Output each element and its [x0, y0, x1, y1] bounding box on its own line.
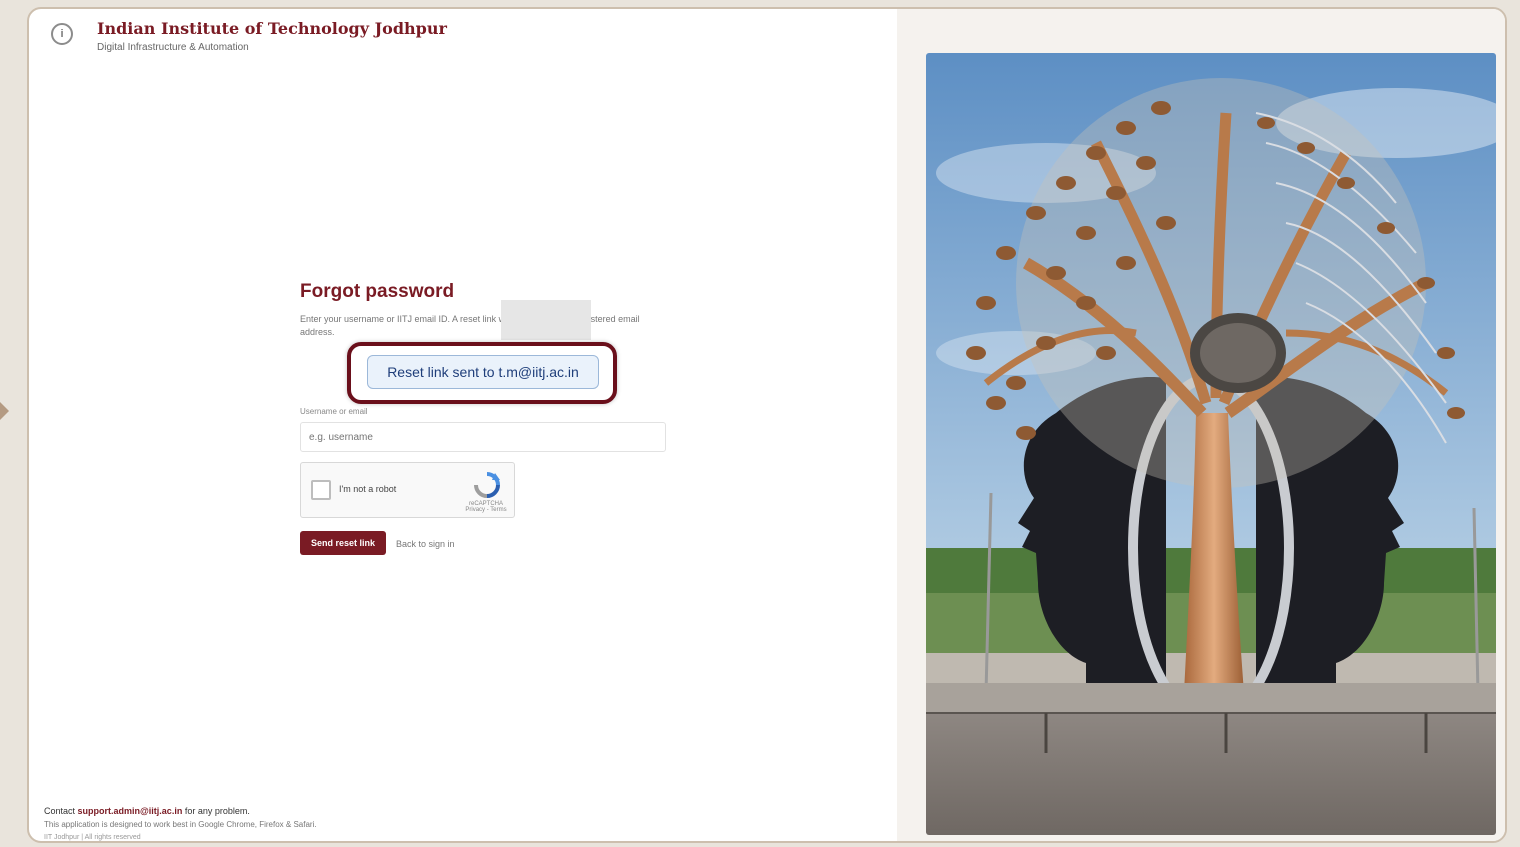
page-title: Forgot password — [300, 281, 455, 302]
recaptcha-widget: I'm not a robot reCAPTCHA Privacy - Term… — [300, 462, 515, 518]
login-window: i Indian Institute of Technology Jodhpur… — [27, 7, 1507, 843]
username-input[interactable] — [300, 422, 666, 452]
recaptcha-checkbox[interactable] — [311, 480, 331, 500]
recaptcha-label: I'm not a robot — [339, 484, 397, 494]
back-to-sign-in-link[interactable]: Back to sign in — [396, 539, 455, 549]
recaptcha-terms-link[interactable]: Privacy - Terms — [465, 507, 506, 513]
redaction-block — [501, 300, 591, 340]
form-description: Enter your username or IITJ email ID. A … — [300, 314, 640, 337]
support-email-link[interactable]: support.admin@iitj.ac.in — [78, 806, 183, 816]
institute-logo-icon: i — [51, 23, 73, 45]
footer-contact-suffix: for any problem. — [182, 806, 250, 816]
side-arrow-icon — [0, 402, 9, 420]
footer-contact-prefix: Contact — [44, 806, 78, 816]
tree-sculpture-photo — [926, 53, 1496, 835]
recaptcha-brand: reCAPTCHA Privacy - Terms — [461, 501, 511, 513]
recaptcha-icon — [474, 472, 500, 498]
username-label: Username or email — [300, 407, 368, 416]
institute-subtitle: Digital Infrastructure & Automation — [97, 42, 249, 53]
footer-contact: Contact support.admin@iitj.ac.in for any… — [44, 806, 250, 816]
footer-copyright: IIT Jodhpur | All rights reserved — [44, 834, 141, 841]
institute-name: Indian Institute of Technology Jodhpur — [97, 19, 447, 38]
reset-link-notice: Reset link sent to t.m@iitj.ac.in — [367, 355, 599, 389]
right-image-panel — [897, 9, 1505, 841]
tree-sculpture-illustration — [926, 53, 1496, 835]
footer-browser-note: This application is designed to work bes… — [44, 820, 317, 829]
send-reset-link-button[interactable]: Send reset link — [300, 531, 386, 555]
